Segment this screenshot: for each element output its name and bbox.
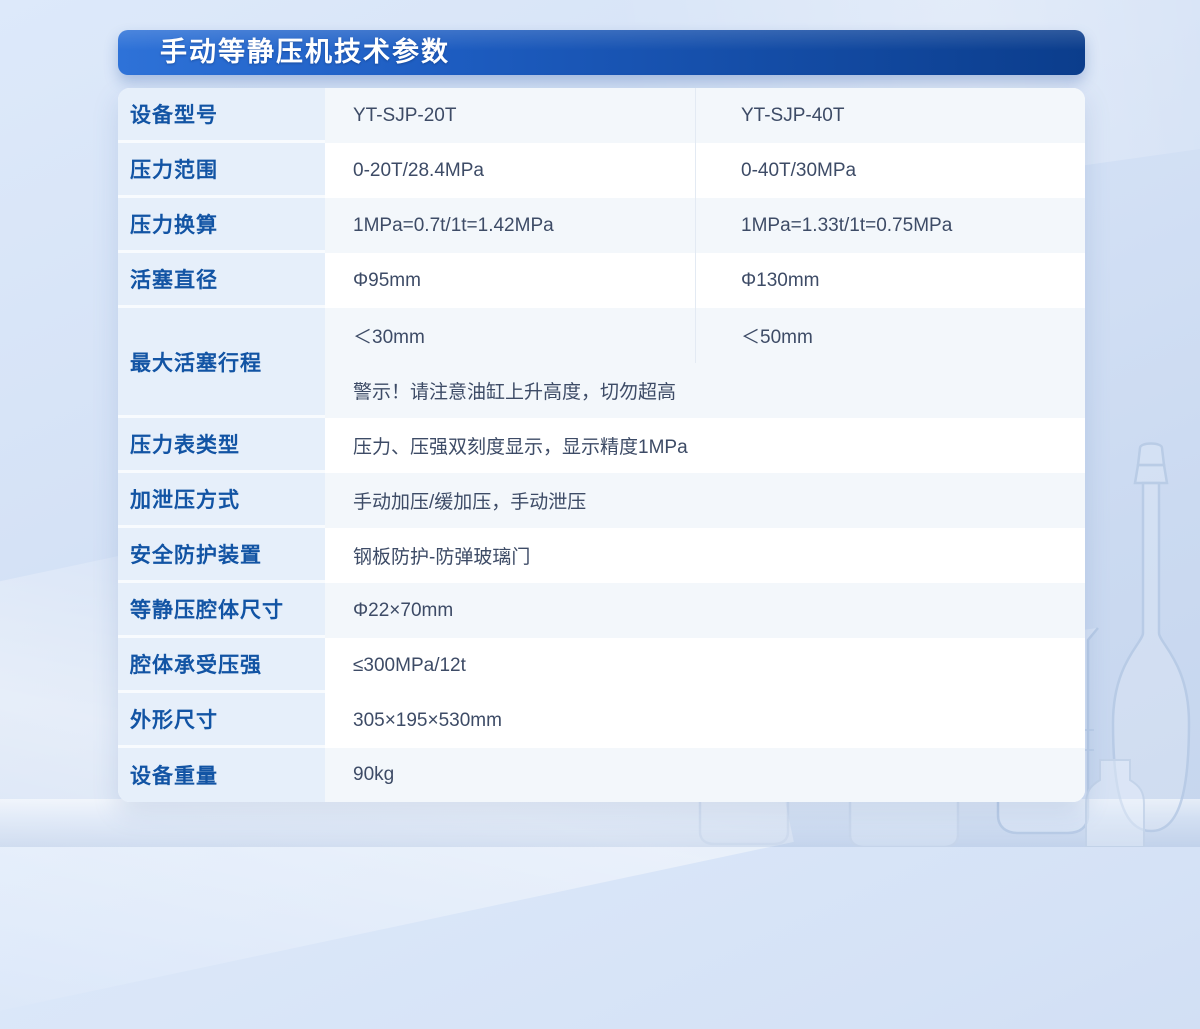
row-label: 外形尺寸 bbox=[118, 693, 325, 748]
table-row-device-weight: 设备重量 90kg bbox=[118, 748, 1085, 802]
spec-table: 设备型号 YT-SJP-20T YT-SJP-40T 压力范围 0-20T/28… bbox=[118, 88, 1085, 802]
table-row-device-model: 设备型号 YT-SJP-20T YT-SJP-40T bbox=[118, 88, 1085, 143]
table-row-cavity-size: 等静压腔体尺寸 Φ22×70mm bbox=[118, 583, 1085, 638]
value-cavity-size: Φ22×70mm bbox=[353, 599, 454, 621]
value-range-40t: 0-40T/30MPa bbox=[695, 143, 1085, 198]
value-cavity-pressure: ≤300MPa/12t bbox=[353, 654, 466, 676]
row-label: 最大活塞行程 bbox=[118, 308, 325, 418]
section-title-bar: 手动等静压机技术参数 bbox=[118, 30, 1085, 75]
value-stroke-40t: ＜50mm bbox=[695, 308, 1085, 363]
table-row-pressurize-method: 加泄压方式 手动加压/缓加压，手动泄压 bbox=[118, 473, 1085, 528]
table-row-outer-dimensions: 外形尺寸 305×195×530mm bbox=[118, 693, 1085, 748]
row-label: 设备型号 bbox=[118, 88, 325, 143]
row-label: 压力换算 bbox=[118, 198, 325, 253]
row-label: 安全防护装置 bbox=[118, 528, 325, 583]
value-conversion-20t: 1MPa=0.7t/1t=1.42MPa bbox=[353, 214, 554, 236]
value-safety-guard: 钢板防护-防弹玻璃门 bbox=[353, 547, 531, 568]
warning-note: 警示！请注意油缸上升高度，切勿超高 bbox=[353, 382, 677, 403]
value-conversion-40t: 1MPa=1.33t/1t=0.75MPa bbox=[695, 198, 1085, 253]
row-label: 压力表类型 bbox=[118, 418, 325, 473]
table-row-safety-guard: 安全防护装置 钢板防护-防弹玻璃门 bbox=[118, 528, 1085, 583]
bottle-icon bbox=[1085, 759, 1145, 847]
value-pressurize-method: 手动加压/缓加压，手动泄压 bbox=[353, 492, 587, 513]
row-label: 加泄压方式 bbox=[118, 473, 325, 528]
value-device-weight: 90kg bbox=[353, 764, 395, 785]
table-surface-band bbox=[0, 799, 1200, 847]
value-model-20t: YT-SJP-20T bbox=[353, 104, 457, 126]
table-row-cavity-pressure: 腔体承受压强 ≤300MPa/12t bbox=[118, 638, 1085, 693]
flask-icon bbox=[1111, 442, 1191, 833]
value-gauge-type: 压力、压强双刻度显示，显示精度1MPa bbox=[353, 437, 688, 458]
value-model-40t: YT-SJP-40T bbox=[695, 88, 1085, 143]
row-label: 设备重量 bbox=[118, 748, 325, 802]
table-row-max-piston-stroke: 最大活塞行程 ＜30mm ＜50mm 警示！请注意油缸上升高度，切勿超高 bbox=[118, 308, 1085, 418]
row-label: 腔体承受压强 bbox=[118, 638, 325, 693]
table-row-pressure-range: 压力范围 0-20T/28.4MPa 0-40T/30MPa bbox=[118, 143, 1085, 198]
value-range-20t: 0-20T/28.4MPa bbox=[353, 159, 484, 181]
page-title: 手动等静压机技术参数 bbox=[160, 37, 450, 67]
table-row-gauge-type: 压力表类型 压力、压强双刻度显示，显示精度1MPa bbox=[118, 418, 1085, 473]
row-label: 压力范围 bbox=[118, 143, 325, 198]
row-label: 活塞直径 bbox=[118, 253, 325, 308]
value-stroke-20t: ＜30mm bbox=[353, 327, 425, 348]
table-row-pressure-conversion: 压力换算 1MPa=0.7t/1t=1.42MPa 1MPa=1.33t/1t=… bbox=[118, 198, 1085, 253]
value-outer-dimensions: 305×195×530mm bbox=[353, 709, 502, 731]
value-diameter-20t: Φ95mm bbox=[353, 269, 421, 291]
table-row-piston-diameter: 活塞直径 Φ95mm Φ130mm bbox=[118, 253, 1085, 308]
row-label: 等静压腔体尺寸 bbox=[118, 583, 325, 638]
value-diameter-40t: Φ130mm bbox=[695, 253, 1085, 308]
